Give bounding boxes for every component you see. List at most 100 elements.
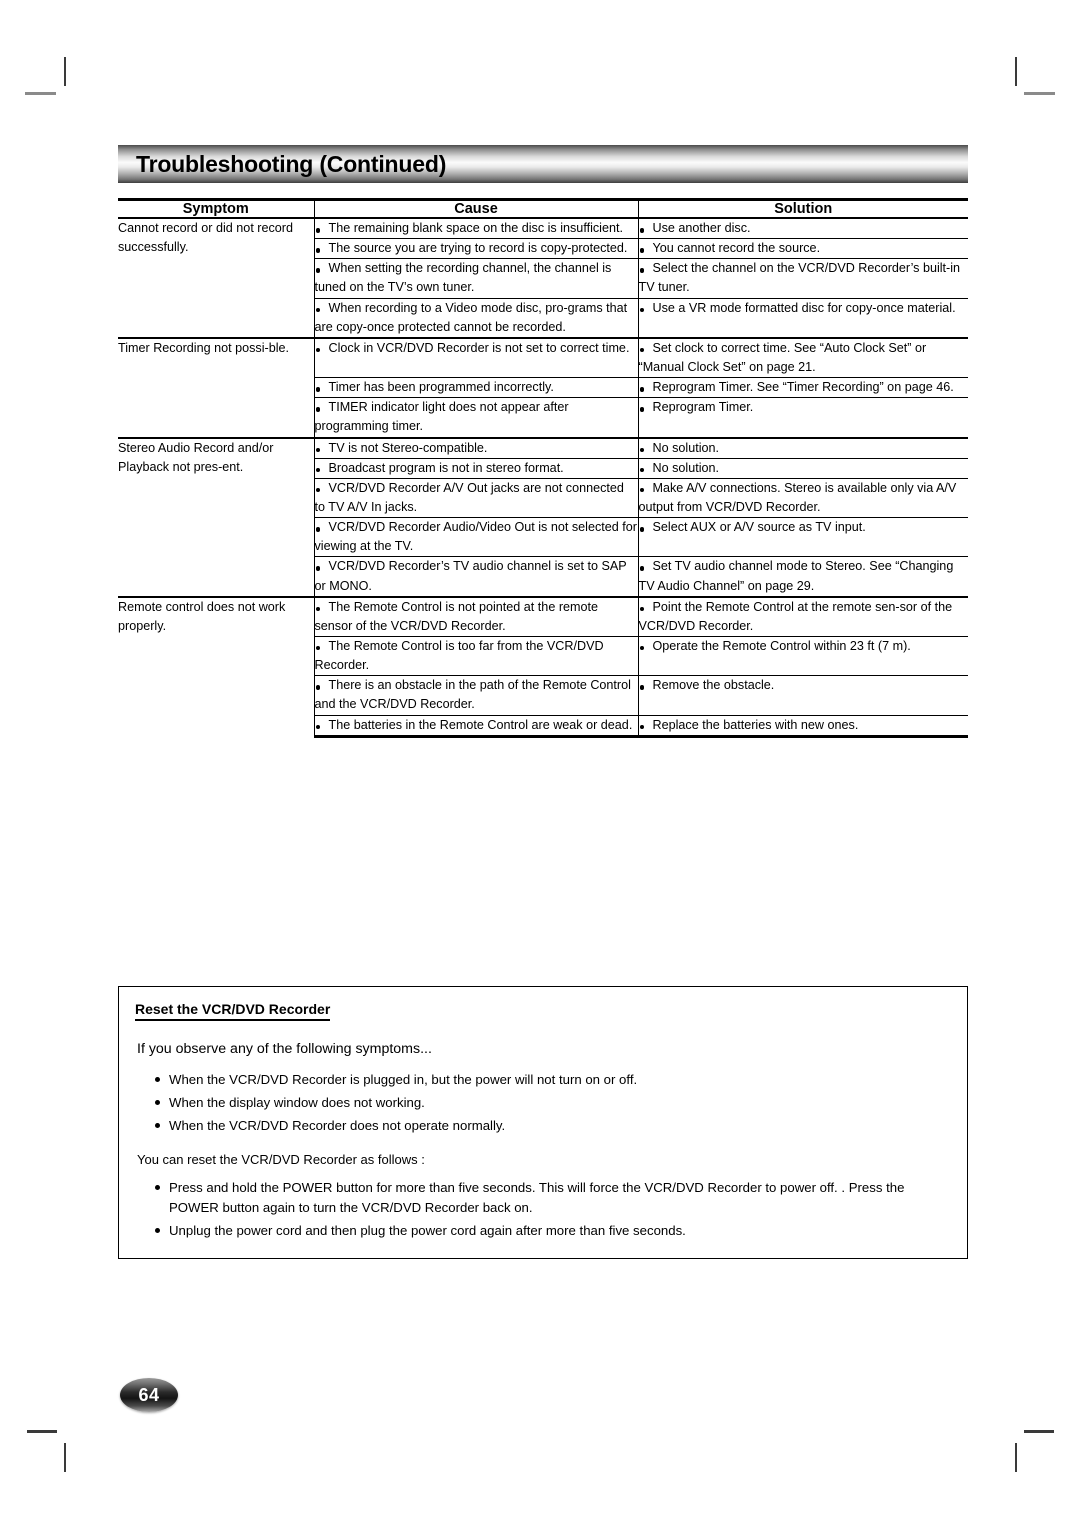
cause-text: When setting the recording channel, the … bbox=[314, 261, 612, 295]
solution-text: Select the channel on the VCR/DVD Record… bbox=[638, 261, 961, 295]
crop-mark-top-left-vertical bbox=[64, 57, 66, 86]
cause-cell: Broadcast program is not in stereo forma… bbox=[313, 457, 638, 479]
solution-text: Use a VR mode formatted disc for copy-on… bbox=[639, 301, 956, 315]
crop-mark-bottom-left-vertical bbox=[64, 1443, 66, 1472]
solution-text: Reprogram Timer. See “Timer Recording” o… bbox=[639, 380, 954, 394]
solution-text: Set clock to correct time. See “Auto Clo… bbox=[638, 340, 927, 374]
cause-cell: When setting the recording channel, the … bbox=[313, 258, 638, 299]
table-header-row: Symptom Cause Solution bbox=[118, 198, 968, 219]
solution-text: Point the Remote Control at the remote s… bbox=[638, 599, 953, 633]
cause-cell: VCR/DVD Recorder’s TV audio channel is s… bbox=[313, 556, 638, 597]
cause-text: Clock in VCR/DVD Recorder is not set to … bbox=[315, 341, 630, 355]
solution-text: Use another disc. bbox=[639, 221, 751, 235]
cause-text: VCR/DVD Recorder’s TV audio channel is s… bbox=[314, 559, 627, 593]
solution-text: No solution. bbox=[639, 461, 720, 475]
reset-symptom-item: When the display window does not working… bbox=[135, 1093, 949, 1113]
reset-box-heading: Reset the VCR/DVD Recorder bbox=[135, 1001, 331, 1021]
cause-cell: Clock in VCR/DVD Recorder is not set to … bbox=[313, 336, 638, 378]
cause-text: The source you are trying to record is c… bbox=[315, 241, 628, 255]
solution-text: You cannot record the source. bbox=[639, 241, 821, 255]
solution-cell: You cannot record the source. bbox=[637, 238, 968, 259]
solution-cell: Use a VR mode formatted disc for copy-on… bbox=[637, 297, 968, 338]
symptom-cell: Timer Recording not possi-ble. bbox=[118, 336, 314, 438]
solution-text: Select AUX or A/V source as TV input. bbox=[639, 520, 866, 534]
cause-text: TIMER indicator light does not appear af… bbox=[314, 400, 569, 434]
cause-text: The Remote Control is not pointed at the… bbox=[314, 599, 599, 633]
solution-cell: Set TV audio channel mode to Stereo. See… bbox=[637, 556, 968, 597]
solution-cell: Select AUX or A/V source as TV input. bbox=[637, 517, 968, 557]
reset-step-list: Press and hold the POWER button for more… bbox=[135, 1178, 949, 1241]
page-number-badge: 64 bbox=[120, 1378, 178, 1412]
cause-cell: Timer has been programmed incorrectly. bbox=[313, 377, 638, 398]
column-header-solution: Solution bbox=[637, 198, 968, 219]
solution-cell: Reprogram Timer. See “Timer Recording” o… bbox=[637, 377, 968, 398]
table-body: Cannot record or did not record successf… bbox=[118, 217, 968, 738]
crop-mark-top-right-vertical bbox=[1015, 57, 1017, 86]
cause-cell: The Remote Control is too far from the V… bbox=[313, 635, 638, 676]
solution-text: Replace the batteries with new ones. bbox=[639, 718, 859, 732]
reset-symptom-item: When the VCR/DVD Recorder does not opera… bbox=[135, 1116, 949, 1136]
reset-box-note: You can reset the VCR/DVD Recorder as fo… bbox=[137, 1152, 425, 1168]
solution-cell: Point the Remote Control at the remote s… bbox=[637, 595, 968, 637]
cause-text: TV is not Stereo-compatible. bbox=[315, 441, 488, 455]
table-row: Stereo Audio Record and/or Playback not … bbox=[118, 436, 968, 597]
crop-mark-top-right-horizontal bbox=[1024, 92, 1055, 95]
cause-cell: VCR/DVD Recorder Audio/Video Out is not … bbox=[313, 517, 638, 557]
cause-text: When recording to a Video mode disc, pro… bbox=[314, 300, 628, 334]
solution-cell: Use another disc. bbox=[637, 217, 968, 239]
table-row: Timer Recording not possi-ble. Clock in V… bbox=[118, 336, 968, 438]
solution-text: Reprogram Timer. bbox=[639, 400, 754, 414]
symptom-cell: Stereo Audio Record and/or Playback not … bbox=[118, 436, 314, 597]
cause-text: VCR/DVD Recorder A/V Out jacks are not c… bbox=[314, 480, 624, 514]
solution-cell: Operate the Remote Control within 23 ft … bbox=[637, 635, 968, 676]
crop-mark-bottom-left-horizontal bbox=[27, 1430, 57, 1433]
cause-cell: VCR/DVD Recorder A/V Out jacks are not c… bbox=[313, 477, 638, 518]
reset-box-intro: If you observe any of the following symp… bbox=[137, 1041, 432, 1057]
solution-cell: Remove the obstacle. bbox=[637, 675, 968, 716]
page-number: 64 bbox=[138, 1385, 160, 1405]
reset-symptom-list: When the VCR/DVD Recorder is plugged in,… bbox=[135, 1070, 949, 1136]
crop-mark-bottom-right-vertical bbox=[1015, 1443, 1017, 1472]
column-header-cause: Cause bbox=[313, 198, 638, 219]
cause-cell: TV is not Stereo-compatible. bbox=[313, 436, 638, 459]
page-title: Troubleshooting (Continued) bbox=[136, 150, 447, 177]
solution-cell: Reprogram Timer. bbox=[637, 397, 968, 438]
solution-text: Make A/V connections. Stereo is availabl… bbox=[638, 480, 957, 514]
reset-symptom-item: When the VCR/DVD Recorder is plugged in,… bbox=[135, 1070, 949, 1090]
solution-cell: Set clock to correct time. See “Auto Clo… bbox=[637, 336, 968, 378]
column-header-symptom: Symptom bbox=[118, 198, 314, 219]
solution-text: Operate the Remote Control within 23 ft … bbox=[639, 639, 911, 653]
solution-text: No solution. bbox=[639, 441, 720, 455]
solution-cell: No solution. bbox=[637, 436, 968, 459]
cause-cell: The Remote Control is not pointed at the… bbox=[313, 595, 638, 637]
table-row: Cannot record or did not record successf… bbox=[118, 217, 968, 338]
cause-cell: There is an obstacle in the path of the … bbox=[313, 675, 638, 716]
solution-cell: Replace the batteries with new ones. bbox=[637, 714, 968, 738]
reset-instructions-box: Reset the VCR/DVD Recorder If you observ… bbox=[118, 986, 968, 1260]
cause-text: Timer has been programmed incorrectly. bbox=[315, 380, 554, 394]
reset-step-item: Press and hold the POWER button for more… bbox=[135, 1178, 949, 1218]
solution-cell: Select the channel on the VCR/DVD Record… bbox=[637, 258, 968, 299]
symptom-cell: Cannot record or did not record successf… bbox=[118, 217, 314, 338]
cause-text: The batteries in the Remote Control are … bbox=[315, 718, 633, 732]
cause-cell: The batteries in the Remote Control are … bbox=[313, 714, 638, 738]
cause-text: The remaining blank space on the disc is… bbox=[315, 221, 623, 235]
solution-cell: Make A/V connections. Stereo is availabl… bbox=[637, 477, 968, 518]
solution-text: Set TV audio channel mode to Stereo. See… bbox=[638, 559, 954, 593]
crop-mark-bottom-right-horizontal bbox=[1024, 1430, 1054, 1433]
crop-mark-top-left-horizontal bbox=[25, 92, 56, 95]
cause-cell: The remaining blank space on the disc is… bbox=[313, 217, 638, 239]
solution-text: Remove the obstacle. bbox=[639, 678, 775, 692]
cause-text: Broadcast program is not in stereo forma… bbox=[315, 461, 564, 475]
troubleshooting-table: Symptom Cause Solution Cannot record or … bbox=[118, 198, 968, 738]
cause-cell: The source you are trying to record is c… bbox=[313, 238, 638, 259]
reset-step-item: Unplug the power cord and then plug the … bbox=[135, 1221, 949, 1241]
cause-cell: When recording to a Video mode disc, pro… bbox=[313, 297, 638, 338]
cause-text: There is an obstacle in the path of the … bbox=[314, 678, 631, 712]
cause-text: The Remote Control is too far from the V… bbox=[314, 638, 604, 673]
cause-text: VCR/DVD Recorder Audio/Video Out is not … bbox=[314, 520, 637, 554]
solution-cell: No solution. bbox=[637, 457, 968, 479]
cause-cell: TIMER indicator light does not appear af… bbox=[313, 397, 638, 438]
page-title-banner: Troubleshooting (Continued) bbox=[118, 145, 968, 183]
symptom-cell: Remote control does not work properly. bbox=[118, 595, 314, 737]
